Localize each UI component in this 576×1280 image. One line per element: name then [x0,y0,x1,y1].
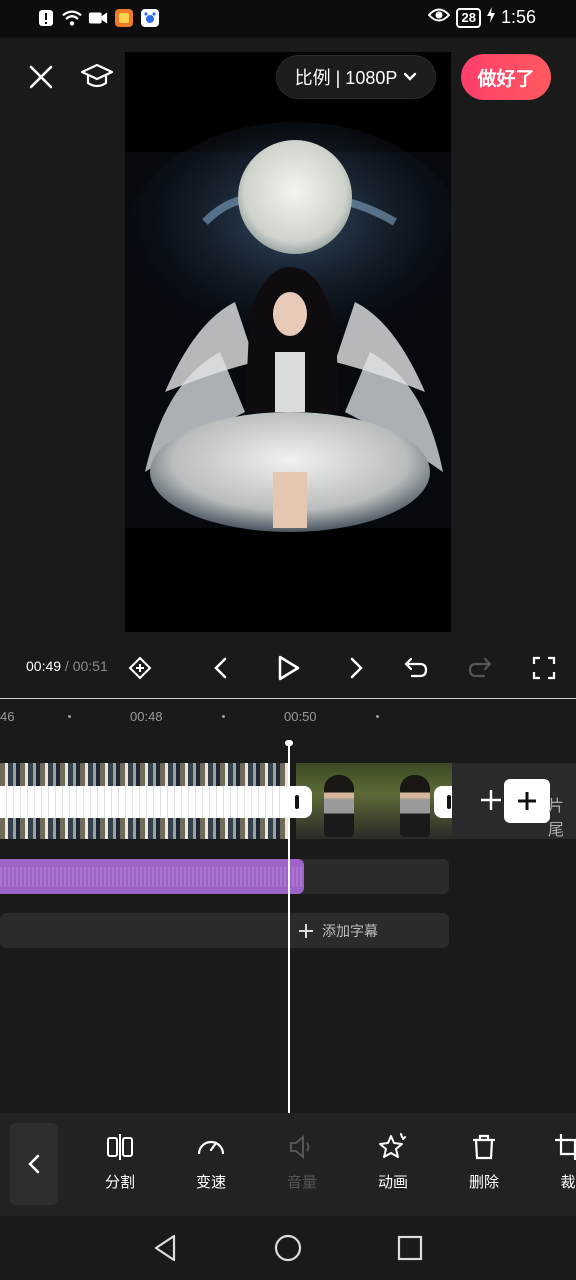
alert-icon [36,8,56,28]
animation-icon [379,1133,406,1158]
done-export-button[interactable]: 做好了 [461,54,551,100]
animation-button[interactable]: 动画 [361,1131,425,1192]
previous-frame-button[interactable] [205,652,237,684]
ruler-tick: 46 [0,709,15,724]
ruler-tick: 00:48 [130,709,163,724]
undo-icon [404,657,428,678]
redo-button[interactable] [464,652,496,684]
angel-preview-image [125,122,451,532]
ruler-dot [222,715,225,718]
audio-waveform [0,867,304,887]
toolbar-back-button[interactable] [10,1123,58,1205]
video-preview[interactable] [125,52,451,632]
split-button[interactable]: 分割 [88,1131,152,1192]
ruler-tick: 00:50 [284,709,317,724]
timecode: 00:49 / 00:51 [26,658,108,674]
close-icon [29,65,53,89]
eye-icon [428,7,451,28]
wifi-icon [62,8,82,28]
next-frame-button[interactable] [340,652,372,684]
keyframe-diamond-icon [128,656,152,680]
clip-thumbnail [324,775,354,837]
total-time: 00:51 [72,658,108,674]
playback-controls: 00:49 / 00:51 [0,638,576,698]
charging-icon [486,7,495,28]
playhead[interactable] [285,740,293,1113]
speed-button[interactable]: 变速 [179,1131,243,1192]
split-icon [107,1134,133,1160]
tail-label: 片尾 [548,798,565,839]
current-time: 00:49 [26,658,62,674]
video-camera-icon [88,8,108,28]
circle-home-icon [274,1234,302,1262]
status-bar: 28 1:56 [0,0,576,38]
delete-label: 删除 [468,1174,499,1191]
ratio-resolution-button[interactable]: 比例 | 1080P [276,55,436,99]
split-label: 分割 [104,1174,135,1191]
selected-clip-bar[interactable] [0,786,294,818]
video-track[interactable] [0,763,452,839]
plus-icon [299,924,313,938]
fullscreen-button[interactable] [528,652,560,684]
keyframe-button[interactable] [124,652,156,684]
battery-level: 28 [456,7,481,28]
volume-button[interactable]: 音量 [270,1131,334,1192]
play-button[interactable] [272,652,304,684]
tutorial-button[interactable] [80,60,114,94]
graduation-cap-icon [80,63,114,88]
delete-button[interactable]: 删除 [452,1131,516,1192]
crop-button[interactable]: 裁 [536,1131,576,1192]
subtitle-track[interactable] [0,913,449,948]
speed-label: 变速 [195,1174,226,1191]
fullscreen-icon [532,656,556,680]
close-button[interactable] [26,62,56,92]
volume-icon [290,1134,310,1160]
square-recents-icon [397,1235,423,1261]
crop-icon [555,1134,576,1160]
audio-clip[interactable] [0,859,304,894]
edit-toolbar: 分割 变速 音量 动画 删除 裁 [0,1113,576,1216]
chevron-right-icon [350,657,363,679]
redo-icon [468,657,492,678]
chevron-down-icon [404,72,417,81]
chevron-left-icon [214,657,227,679]
ruler-dot [376,715,379,718]
timeline-ruler[interactable]: 46 00:48 00:50 [0,698,576,734]
chevron-left-icon [28,1154,40,1174]
triangle-back-icon [154,1234,176,1262]
speed-icon [197,1140,225,1155]
time-separator: / [61,658,73,674]
clip-thumbnail [400,775,430,837]
clip-trim-handle[interactable] [434,786,452,818]
nav-home-button[interactable] [272,1232,304,1264]
ratio-resolution-label: 比例 | 1080P [294,68,398,88]
clip-trim-handle-right[interactable] [282,786,312,818]
system-navigation-bar [0,1216,576,1280]
plus-icon [518,792,536,810]
play-icon [278,655,300,681]
video-clip-2[interactable] [296,763,452,839]
app-notification-icon [114,8,134,28]
animation-label: 动画 [377,1174,408,1191]
plus-icon [481,790,501,810]
add-subtitle-button[interactable]: 添加字幕 [298,921,378,941]
volume-label: 音量 [286,1174,317,1191]
add-subtitle-label: 添加字幕 [322,923,378,939]
nav-recents-button[interactable] [394,1232,426,1264]
editor-header: 比例 | 1080P 做好了 [0,38,576,638]
clock-time: 1:56 [500,7,536,27]
add-transition-button[interactable] [478,787,504,813]
delete-icon [473,1134,495,1160]
undo-button[interactable] [400,652,432,684]
add-clip-button[interactable] [504,779,550,823]
crop-label: 裁 [560,1174,576,1191]
nav-back-button[interactable] [150,1232,182,1264]
baidu-icon [140,8,160,28]
ruler-dot [68,715,71,718]
